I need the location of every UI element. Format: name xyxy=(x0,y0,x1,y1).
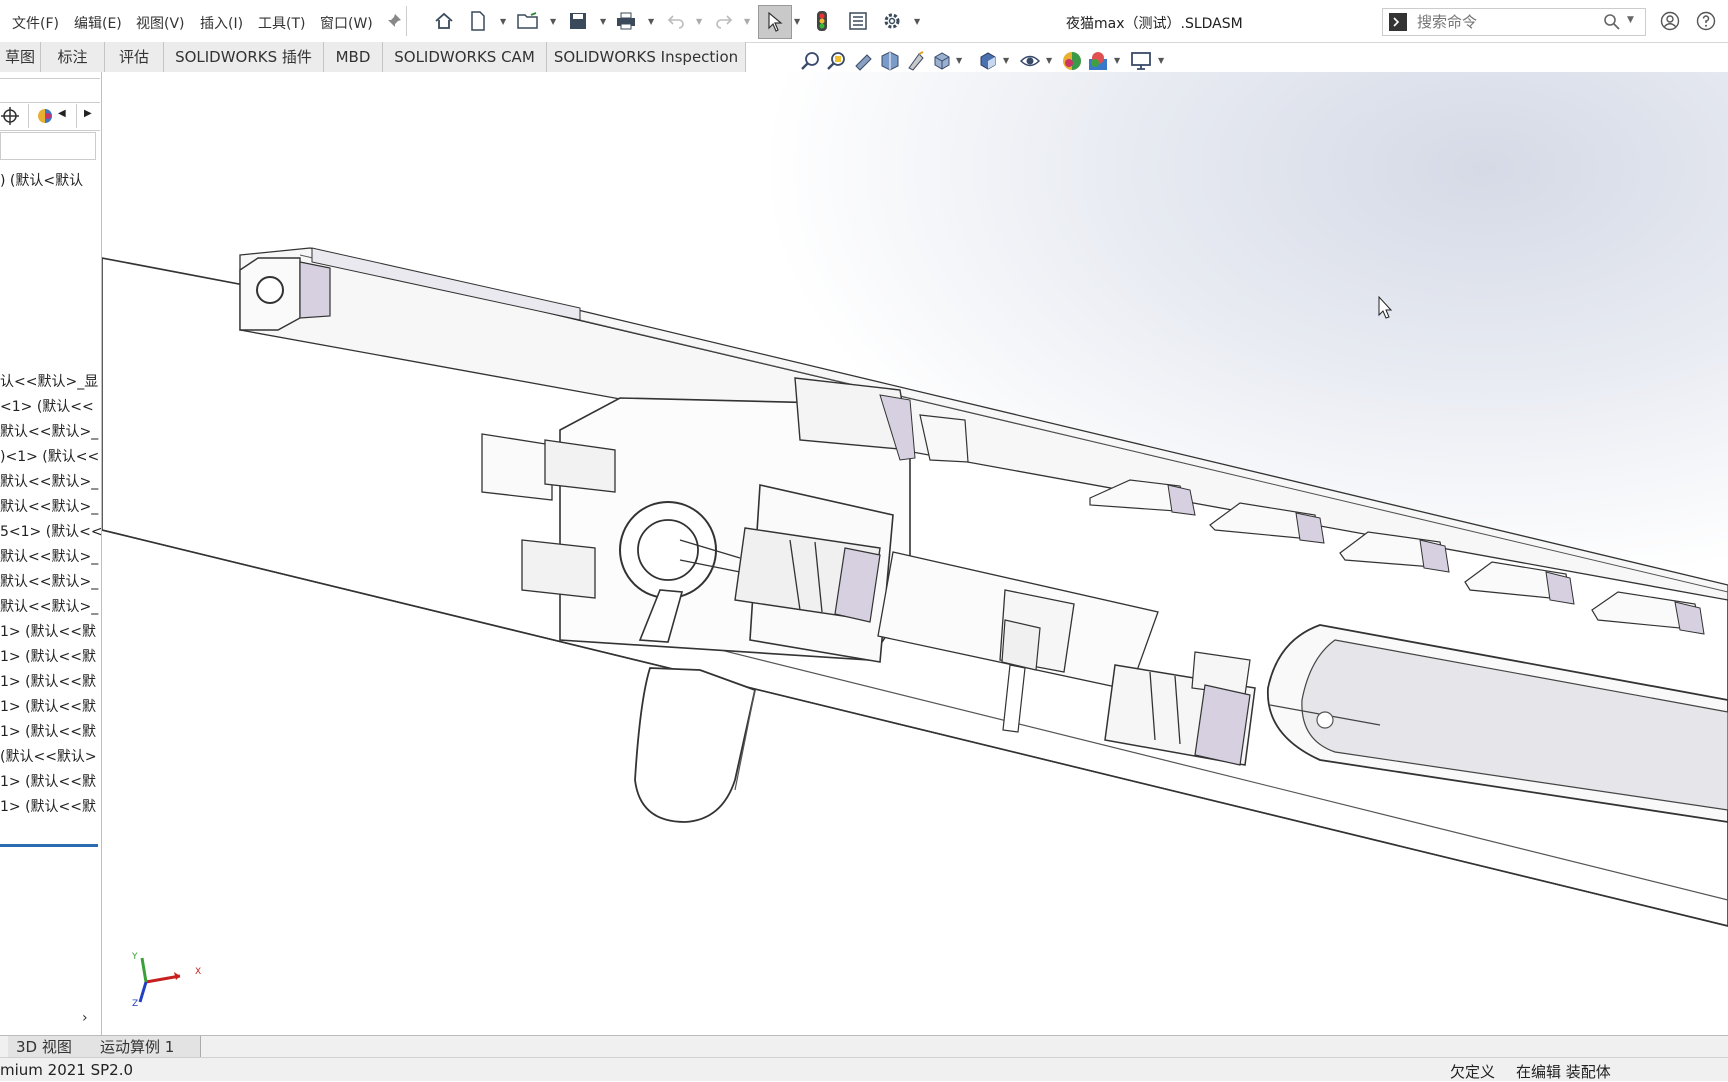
edit-mode-status: 在编辑 装配体 xyxy=(1516,1063,1611,1081)
tab-markup[interactable]: 标注 xyxy=(41,42,105,72)
tab-mbd[interactable]: MBD xyxy=(324,42,383,72)
select-pointer-icon[interactable] xyxy=(758,5,792,39)
scroll-left-icon[interactable]: ◀ xyxy=(58,108,66,119)
view-settings-icon[interactable] xyxy=(1130,50,1152,72)
save-icon[interactable] xyxy=(566,9,590,33)
rollback-bar[interactable] xyxy=(0,844,98,847)
tree-item[interactable]: 1> (默认<<默 xyxy=(0,796,96,816)
menu-tools[interactable]: 工具(T) xyxy=(258,13,305,33)
tree-item[interactable]: 5<1> (默认<< xyxy=(0,521,101,541)
command-manager-tabs: 草图 标注 评估 SOLIDWORKS 插件 MBD SOLIDWORKS CA… xyxy=(0,42,746,73)
chevron-down-icon[interactable]: ▼ xyxy=(600,17,606,26)
redo-icon[interactable] xyxy=(712,9,736,33)
chevron-down-icon[interactable]: ▼ xyxy=(550,17,556,26)
assembly-model[interactable] xyxy=(102,72,1728,1035)
menu-insert[interactable]: 插入(I) xyxy=(200,13,243,33)
section-view-icon[interactable] xyxy=(879,50,901,72)
tree-item[interactable]: 默认<<默认>_ xyxy=(0,571,98,591)
tree-item[interactable]: 1> (默认<<默 xyxy=(0,721,96,741)
tree-item[interactable]: 1> (默认<<默 xyxy=(0,696,96,716)
tree-item[interactable]: )<1> (默认<< xyxy=(0,446,99,466)
tree-item[interactable]: 默认<<默认>_ xyxy=(0,471,98,491)
chevron-down-icon[interactable]: ▼ xyxy=(914,17,920,26)
home-icon[interactable] xyxy=(432,9,456,33)
bottom-tab-bar: 3D 视图 运动算例 1 xyxy=(0,1035,1728,1058)
triad-y-label: Y xyxy=(132,952,138,962)
feature-manager-tree: ◀ ▶ ) (默认<默认 认<<默认>_显 <1> (默认<< 默认<<默认>_… xyxy=(0,72,102,1035)
chevron-down-icon[interactable]: ▼ xyxy=(1114,56,1120,65)
chevron-down-icon[interactable]: ▼ xyxy=(696,17,702,26)
triad-z-label: Z xyxy=(132,999,139,1009)
open-folder-icon[interactable] xyxy=(516,9,540,33)
tree-item[interactable]: 默认<<默认>_ xyxy=(0,546,98,566)
previous-view-icon[interactable] xyxy=(853,50,875,72)
tree-item[interactable]: 1> (默认<<默 xyxy=(0,646,96,666)
menu-bar: 文件(F) 编辑(E) 视图(V) 插入(I) 工具(T) 窗口(W) ▼ ▼ … xyxy=(0,0,1728,43)
chevron-down-icon[interactable]: ▼ xyxy=(794,17,800,26)
chevron-down-icon[interactable]: ▼ xyxy=(1003,56,1009,65)
tree-item[interactable]: 默认<<默认>_ xyxy=(0,496,98,516)
tree-item[interactable]: 默认<<默认>_ xyxy=(0,596,98,616)
tab-sketch[interactable]: 草图 xyxy=(0,42,41,72)
tree-item[interactable]: 1> (默认<<默 xyxy=(0,671,96,691)
chevron-down-icon[interactable]: ▼ xyxy=(1158,56,1164,65)
chevron-down-icon[interactable]: ▼ xyxy=(1046,56,1052,65)
triad-x-label: X xyxy=(195,967,202,977)
tree-item[interactable]: 认<<默认>_显 xyxy=(0,371,98,391)
reference-triad[interactable] xyxy=(132,950,212,1010)
tab-inspection[interactable]: SOLIDWORKS Inspection xyxy=(547,42,746,72)
tab-motion-study-1[interactable]: 运动算例 1 xyxy=(92,1036,201,1058)
command-prompt-icon xyxy=(1389,13,1407,31)
chevron-down-icon[interactable]: ▼ xyxy=(500,17,506,26)
filter-box[interactable] xyxy=(0,132,96,160)
tree-item[interactable]: ) (默认<默认 xyxy=(0,170,83,190)
graphics-viewport[interactable]: X Y Z xyxy=(102,72,1728,1035)
help-icon[interactable] xyxy=(1694,9,1718,33)
file-properties-icon[interactable] xyxy=(846,9,870,33)
tree-item[interactable]: 1> (默认<<默 xyxy=(0,771,96,791)
search-icon[interactable] xyxy=(1603,13,1621,35)
dynamic-annotation-icon[interactable] xyxy=(905,50,927,72)
status-bar: mium 2021 SP2.0 欠定义 在编辑 装配体 xyxy=(0,1057,1728,1081)
hide-show-items-icon[interactable] xyxy=(1019,50,1041,72)
chevron-down-icon[interactable]: ▼ xyxy=(956,56,962,65)
zoom-to-area-icon[interactable] xyxy=(826,50,848,72)
tree-item[interactable]: <1> (默认<< xyxy=(0,396,94,416)
view-orientation-icon[interactable] xyxy=(931,50,953,72)
tree-item[interactable]: 默认<<默认>_ xyxy=(0,421,98,441)
user-account-icon[interactable] xyxy=(1658,9,1682,33)
scroll-right-icon[interactable]: ▶ xyxy=(84,108,92,119)
menu-view[interactable]: 视图(V) xyxy=(136,13,185,33)
menu-file[interactable]: 文件(F) xyxy=(12,13,59,33)
menu-window[interactable]: 窗口(W) xyxy=(320,13,373,33)
target-icon[interactable] xyxy=(0,106,20,130)
definition-status: 欠定义 xyxy=(1450,1063,1496,1081)
edit-appearance-icon[interactable] xyxy=(1061,50,1083,72)
tree-item[interactable]: 1> (默认<<默 xyxy=(0,621,96,641)
chevron-down-icon[interactable]: ▼ xyxy=(648,17,654,26)
zoom-to-fit-icon[interactable] xyxy=(800,50,822,72)
new-document-icon[interactable] xyxy=(466,9,490,33)
document-title: 夜猫max（测试）.SLDASM xyxy=(1066,16,1243,32)
tab-addins[interactable]: SOLIDWORKS 插件 xyxy=(164,42,324,72)
search-box[interactable]: ▼ xyxy=(1382,8,1646,36)
pin-icon[interactable] xyxy=(382,9,406,33)
chevron-down-icon[interactable]: ▼ xyxy=(744,17,750,26)
rebuild-icon[interactable] xyxy=(810,9,834,33)
tab-evaluate[interactable]: 评估 xyxy=(105,42,164,72)
gear-icon[interactable] xyxy=(880,9,904,33)
search-input[interactable] xyxy=(1415,12,1599,32)
display-style-icon[interactable] xyxy=(977,50,999,72)
appearance-icon[interactable] xyxy=(37,108,53,128)
scroll-right-icon[interactable]: › xyxy=(82,1010,88,1026)
chevron-down-icon[interactable]: ▼ xyxy=(1627,15,1634,25)
print-icon[interactable] xyxy=(614,9,638,33)
tab-3d-view[interactable]: 3D 视图 xyxy=(8,1036,93,1058)
apply-scene-icon[interactable] xyxy=(1087,50,1109,72)
undo-icon[interactable] xyxy=(664,9,688,33)
tree-item[interactable]: (默认<<默认> xyxy=(0,746,97,766)
tab-cam[interactable]: SOLIDWORKS CAM xyxy=(383,42,547,72)
menu-edit[interactable]: 编辑(E) xyxy=(74,13,122,33)
version-label: mium 2021 SP2.0 xyxy=(0,1061,134,1079)
